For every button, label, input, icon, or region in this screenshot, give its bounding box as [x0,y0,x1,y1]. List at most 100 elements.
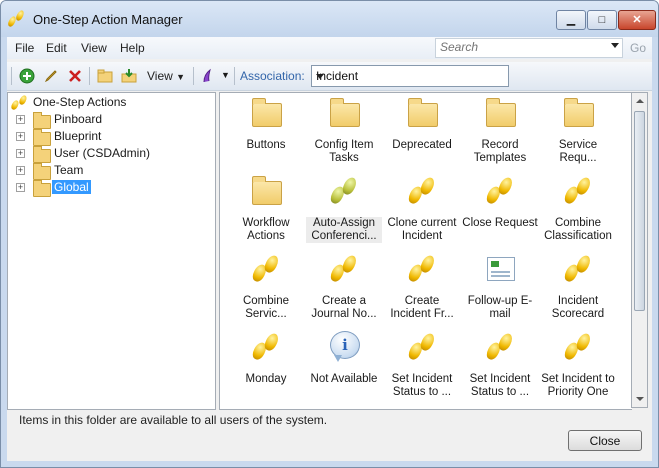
search-dropdown-icon[interactable] [611,43,619,48]
item-not-available[interactable]: i Not Available [306,331,382,386]
toolbar: View ▼ ▼ Association: Incident [7,62,652,91]
view-label: View [147,69,173,83]
item-label: Record Templates [473,139,527,164]
tree-item-team[interactable]: + Team [16,163,206,180]
expand-icon[interactable]: + [16,183,25,192]
folder-icon [250,97,282,129]
item-label: Deprecated [392,139,452,151]
item-label: Create a Journal No... [311,295,377,320]
toolbar-grip [11,67,12,85]
scroll-up-icon[interactable] [636,99,644,103]
item-label: Close Request [462,217,538,229]
minimize-button[interactable]: ▁ [556,10,586,30]
footprints-icon [328,253,360,285]
folder-icon [484,97,516,129]
scrollbar-thumb[interactable] [634,111,645,311]
menu-view[interactable]: View [81,41,107,55]
menu-help[interactable]: Help [120,41,145,55]
tree-item-label: Team [54,163,84,177]
item-buttons[interactable]: Buttons [228,97,304,152]
tree-item-blueprint[interactable]: + Blueprint [16,129,206,146]
item-incident-scorecard[interactable]: Incident Scorecard [540,253,616,321]
item-label: Not Available [310,373,378,385]
item-label: Buttons [246,139,286,151]
item-combine-servic[interactable]: Combine Servic... [228,253,304,321]
item-combine-classification[interactable]: Combine Classification [540,175,616,243]
menu-file[interactable]: File [15,41,34,55]
tree-item-label-selected: Global [52,180,91,194]
footprints-icon [484,331,516,363]
add-icon[interactable] [19,68,35,84]
delete-icon[interactable] [67,68,83,84]
view-dropdown-button[interactable]: View ▼ [147,69,185,83]
expand-icon[interactable]: + [16,166,25,175]
tree-item-pinboard[interactable]: + Pinboard [16,112,206,129]
item-monday[interactable]: Monday [228,331,304,386]
chevron-down-icon[interactable]: ▼ [221,70,230,80]
close-icon: ✕ [632,14,642,26]
item-record-templates[interactable]: Record Templates [462,97,538,165]
window-title: One-Step Action Manager [33,12,183,27]
expand-icon[interactable]: + [16,132,25,141]
item-clone-incident[interactable]: Clone current Incident [384,175,460,243]
footprints-icon [6,9,29,28]
folder-icon [33,129,51,146]
tree-item-label: Blueprint [54,129,102,143]
info-icon: i [328,331,360,363]
item-service-requ[interactable]: Service Requ... [540,97,616,165]
item-create-journal[interactable]: Create a Journal No... [306,253,382,321]
item-auto-assign[interactable]: Auto-Assign Conferenci... [306,175,382,243]
association-select[interactable]: Incident [311,65,509,87]
title-bar[interactable]: One-Step Action Manager ▁ □ ✕ [1,1,658,37]
item-workflow-actions[interactable]: Workflow Actions [228,175,304,243]
vertical-scrollbar[interactable] [631,92,648,408]
search-box[interactable] [435,38,623,58]
close-button[interactable]: Close [568,430,642,451]
footprints-icon [250,331,282,363]
association-label: Association: [240,69,305,83]
bookmark-icon[interactable] [199,68,215,84]
footprints-icon [484,175,516,207]
folder-icon [328,97,360,129]
folder-icon[interactable] [97,68,113,84]
footprints-icon [562,331,594,363]
footprints-icon [406,253,438,285]
item-follow-up-email[interactable]: Follow-up E-mail [462,253,538,321]
item-set-incident-status-1[interactable]: Set Incident Status to ... [384,331,460,399]
item-label: Service Requ... [558,139,598,164]
item-config-item-tasks[interactable]: Config Item Tasks [306,97,382,165]
item-label: Clone current Incident [387,217,457,242]
status-text: Items in this folder are available to al… [19,413,328,427]
item-label: Create Incident Fr... [390,295,454,320]
item-set-incident-status-2[interactable]: Set Incident Status to ... [462,331,538,399]
chevron-down-icon: ▼ [176,72,186,82]
scroll-down-icon[interactable] [636,397,644,401]
item-label: Workflow Actions [242,217,290,242]
import-icon[interactable] [121,68,137,84]
folder-icon [33,112,51,129]
app-window: One-Step Action Manager ▁ □ ✕ File Edit … [0,0,659,468]
maximize-button[interactable]: □ [587,10,617,30]
item-set-incident-priority[interactable]: Set Incident to Priority One [540,331,616,399]
footprints-icon [406,175,438,207]
item-close-request[interactable]: Close Request [462,175,538,230]
item-label: Follow-up E-mail [467,295,533,320]
footprints-icon [562,175,594,207]
item-label: Incident Scorecard [551,295,605,320]
window-close-button[interactable]: ✕ [618,10,656,30]
expand-icon[interactable]: + [16,149,25,158]
tree-item-global[interactable]: + Global [16,180,206,197]
search-input[interactable] [436,39,604,55]
expand-icon[interactable]: + [16,115,25,124]
menu-edit[interactable]: Edit [46,41,67,55]
edit-icon[interactable] [43,68,59,84]
item-create-incident[interactable]: Create Incident Fr... [384,253,460,321]
chevron-down-icon[interactable] [316,74,324,79]
item-label: Monday [245,373,287,385]
go-button[interactable]: Go [630,41,646,55]
item-deprecated[interactable]: Deprecated [384,97,460,152]
tree-item-user[interactable]: + User (CSDAdmin) [16,146,206,163]
folder-icon [33,163,51,180]
item-label: Set Incident Status to ... [469,373,531,398]
email-icon [484,253,516,285]
